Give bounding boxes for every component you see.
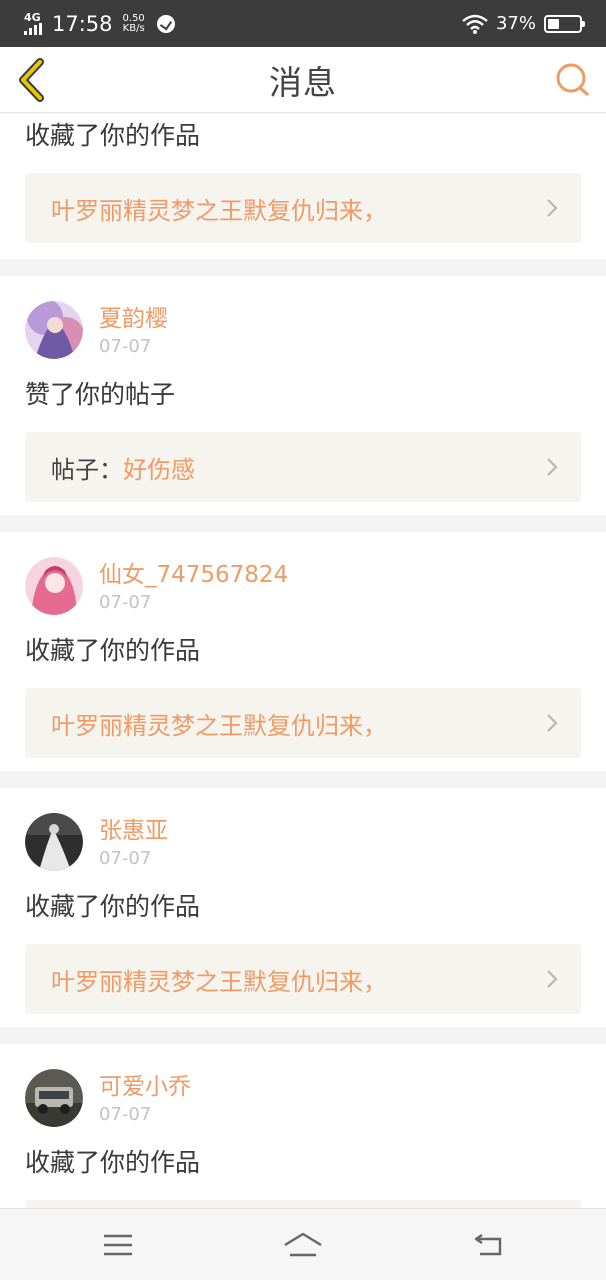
- message-list[interactable]: 收藏了你的作品 叶罗丽精灵梦之王默复仇归来， 夏韵樱 07-07 赞了你的帖子 …: [0, 114, 606, 1208]
- user-row: 仙女_747567824 07-07: [25, 557, 581, 615]
- page-title: 消息: [269, 62, 337, 102]
- menu-icon: [104, 1234, 132, 1256]
- network-type: 4G: [24, 10, 41, 24]
- signal-icon: [24, 22, 42, 35]
- action-text: 收藏了你的作品: [25, 636, 201, 665]
- message-date: 07-07: [99, 1104, 152, 1125]
- action-text: 收藏了你的作品: [25, 1148, 201, 1177]
- message-card: 张惠亚 07-07 收藏了你的作品 叶罗丽精灵梦之王默复仇归来，: [0, 788, 606, 1027]
- user-meta: 张惠亚 07-07: [99, 813, 168, 871]
- action-text: 收藏了你的作品: [25, 892, 201, 921]
- user-meta: 仙女_747567824 07-07: [99, 557, 288, 615]
- user-name[interactable]: 仙女_747567824: [99, 561, 288, 589]
- message-date: 07-07: [99, 336, 152, 357]
- notification-check-icon: [156, 14, 175, 33]
- avatar[interactable]: [25, 813, 83, 871]
- referenced-title: 叶罗丽精灵梦之王默复仇归来，: [51, 711, 387, 740]
- status-left: 4G 17:58 0.50 KB/s: [24, 12, 175, 36]
- chevron-right-icon: [547, 458, 558, 476]
- referenced-title: 叶罗丽精灵梦之王默复仇归来，: [51, 967, 387, 996]
- header: 消息: [0, 47, 606, 113]
- battery-icon: [544, 14, 585, 33]
- network-speed: 0.50 KB/s: [122, 12, 145, 34]
- back-icon: [474, 1234, 502, 1256]
- search-button[interactable]: [552, 60, 592, 100]
- status-bar: 4G 17:58 0.50 KB/s 37%: [0, 0, 606, 47]
- back-button[interactable]: [14, 56, 54, 104]
- avatar[interactable]: [25, 557, 83, 615]
- message-date: 07-07: [99, 592, 152, 613]
- chevron-right-icon: [547, 714, 558, 732]
- user-row: 张惠亚 07-07: [25, 813, 581, 871]
- system-nav-bar: [0, 1208, 606, 1280]
- message-card: 仙女_747567824 07-07 收藏了你的作品 叶罗丽精灵梦之王默复仇归来…: [0, 532, 606, 771]
- user-meta: 可爱小乔 07-07: [99, 1069, 191, 1127]
- referenced-item[interactable]: 叶罗丽精灵梦之王默复仇归来，: [25, 688, 581, 758]
- wifi-icon: [462, 14, 488, 34]
- status-right: 37%: [462, 13, 585, 34]
- message-date: 07-07: [99, 848, 152, 869]
- chevron-right-icon: [547, 199, 558, 217]
- referenced-item[interactable]: 叶罗丽精灵梦之王默复仇归来，: [25, 944, 581, 1014]
- user-name[interactable]: 张惠亚: [99, 817, 168, 845]
- screen: 4G 17:58 0.50 KB/s 37% 消息 收藏了你的作品 叶罗丽精灵梦…: [0, 0, 606, 1280]
- search-icon: [556, 63, 589, 96]
- user-meta: 夏韵樱 07-07: [99, 301, 168, 359]
- battery-percent: 37%: [495, 13, 536, 34]
- user-row: 可爱小乔 07-07: [25, 1069, 581, 1127]
- action-text: 收藏了你的作品: [25, 121, 201, 150]
- referenced-title: 叶罗丽精灵梦之王默复仇归来，: [51, 196, 387, 225]
- back-nav-button[interactable]: [466, 1225, 510, 1265]
- avatar[interactable]: [25, 301, 83, 359]
- chevron-right-icon: [547, 970, 558, 988]
- referenced-label: 帖子：: [51, 455, 123, 484]
- network-speed-unit: KB/s: [122, 22, 145, 34]
- referenced-item[interactable]: 帖子： 好伤感: [25, 432, 581, 502]
- avatar[interactable]: [25, 1069, 83, 1127]
- network-speed-value: 0.50: [122, 12, 145, 24]
- network-indicator: 4G: [24, 10, 42, 35]
- referenced-title: 好伤感: [123, 455, 195, 484]
- referenced-item[interactable]: 叶罗丽精灵梦之王默复仇归来，: [25, 173, 581, 243]
- action-text: 赞了你的帖子: [25, 380, 176, 409]
- user-name[interactable]: 夏韵樱: [99, 305, 168, 333]
- message-card: 夏韵樱 07-07 赞了你的帖子 帖子： 好伤感: [0, 276, 606, 515]
- menu-button[interactable]: [96, 1225, 140, 1265]
- home-button[interactable]: [281, 1225, 325, 1265]
- message-card: 可爱小乔 07-07 收藏了你的作品: [0, 1044, 606, 1208]
- clock: 17:58: [52, 11, 113, 36]
- home-icon: [284, 1232, 322, 1257]
- referenced-item[interactable]: [25, 1200, 581, 1208]
- chevron-left-icon: [19, 58, 44, 102]
- battery-level: [548, 18, 560, 29]
- user-row: 夏韵樱 07-07: [25, 301, 581, 359]
- message-card: 收藏了你的作品 叶罗丽精灵梦之王默复仇归来，: [0, 114, 606, 259]
- user-name[interactable]: 可爱小乔: [99, 1073, 191, 1101]
